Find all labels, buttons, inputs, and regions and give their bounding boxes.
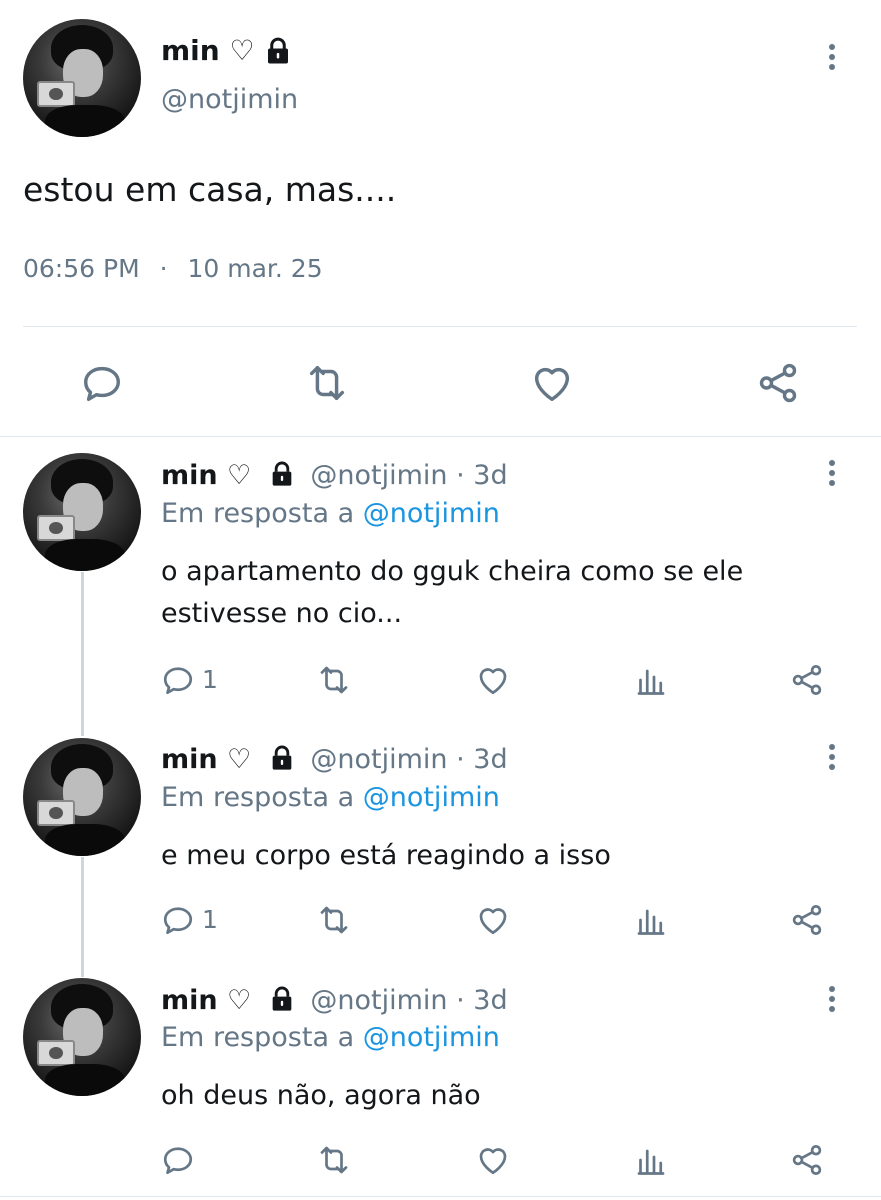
heart-outline-icon[interactable]	[475, 902, 511, 938]
reply-text-line: e meu corpo está reagindo a isso	[161, 840, 611, 871]
retweet-arrows-icon[interactable]	[316, 902, 352, 938]
reply-count: 1	[202, 665, 218, 694]
tweet-time: 06:56 PM	[23, 254, 140, 283]
reply-age: · 3d	[456, 460, 508, 491]
more-options-icon[interactable]	[828, 986, 836, 1016]
reply-context: Em resposta a @notjimin	[161, 1022, 500, 1053]
tweet-date: 10 mar. 25	[187, 254, 323, 283]
display-name[interactable]: min ♡	[161, 34, 255, 67]
display-name[interactable]: min ♡	[161, 985, 251, 1016]
share-nodes-icon[interactable]	[789, 662, 825, 698]
user-handle[interactable]: @notjimin	[310, 985, 447, 1016]
bar-chart-icon[interactable]	[633, 902, 669, 938]
divider	[23, 326, 857, 327]
retweet-arrows-icon[interactable]	[303, 360, 351, 406]
lock-icon	[262, 36, 294, 66]
user-handle[interactable]: @notjimin	[161, 84, 298, 115]
bottom-divider	[0, 1196, 881, 1197]
thread-connector	[81, 572, 84, 736]
reply-prefix: Em resposta a	[161, 1022, 355, 1053]
retweet-arrows-icon[interactable]	[316, 662, 352, 698]
reply-prefix: Em resposta a	[161, 498, 355, 529]
lock-icon	[268, 985, 296, 1013]
retweet-arrows-icon[interactable]	[316, 1142, 352, 1178]
user-handle[interactable]: @notjimin	[310, 744, 447, 775]
reply-header: min ♡ @notjimin · 3d	[161, 744, 508, 775]
meta-separator: ·	[159, 254, 168, 283]
tweet-text: estou em casa, mas....	[23, 170, 397, 209]
display-name[interactable]: min ♡	[161, 460, 251, 491]
more-options-icon[interactable]	[828, 744, 836, 774]
reply-text-line: o apartamento do gguk cheira como se ele	[161, 556, 744, 587]
comment-bubble-icon[interactable]	[78, 360, 126, 406]
heart-outline-icon[interactable]	[475, 662, 511, 698]
lock-icon	[268, 744, 296, 772]
display-name[interactable]: min ♡	[161, 744, 251, 775]
comment-bubble-icon[interactable]	[160, 662, 196, 698]
reply-to-link[interactable]: @notjimin	[363, 782, 500, 813]
comment-bubble-icon[interactable]	[160, 902, 196, 938]
avatar[interactable]	[23, 19, 141, 137]
thread-connector	[81, 857, 84, 977]
bar-chart-icon[interactable]	[633, 662, 669, 698]
avatar[interactable]	[23, 978, 141, 1096]
reply-age: · 3d	[456, 985, 508, 1016]
user-handle[interactable]: @notjimin	[310, 460, 447, 491]
share-nodes-icon[interactable]	[754, 360, 802, 406]
reply-text-line: estivesse no cio...	[161, 598, 403, 629]
reply-to-link[interactable]: @notjimin	[363, 1022, 500, 1053]
reply-prefix: Em resposta a	[161, 782, 355, 813]
reply-text-line: oh deus não, agora não	[161, 1080, 481, 1111]
comment-bubble-icon[interactable]	[160, 1142, 196, 1178]
reply-context: Em resposta a @notjimin	[161, 782, 500, 813]
share-nodes-icon[interactable]	[789, 902, 825, 938]
more-options-icon[interactable]	[828, 460, 836, 490]
more-options-icon[interactable]	[828, 44, 836, 74]
avatar[interactable]	[23, 738, 141, 856]
reply-count: 1	[202, 905, 218, 934]
share-nodes-icon[interactable]	[789, 1142, 825, 1178]
lock-icon	[268, 460, 296, 488]
bar-chart-icon[interactable]	[633, 1142, 669, 1178]
section-divider	[0, 436, 881, 437]
reply-header: min ♡ @notjimin · 3d	[161, 460, 508, 491]
heart-outline-icon[interactable]	[475, 1142, 511, 1178]
reply-to-link[interactable]: @notjimin	[363, 498, 500, 529]
reply-header: min ♡ @notjimin · 3d	[161, 985, 508, 1016]
tweet-timestamp: 06:56 PM · 10 mar. 25	[23, 254, 323, 283]
heart-outline-icon[interactable]	[528, 360, 576, 406]
avatar[interactable]	[23, 453, 141, 571]
reply-age: · 3d	[456, 744, 508, 775]
reply-context: Em resposta a @notjimin	[161, 498, 500, 529]
